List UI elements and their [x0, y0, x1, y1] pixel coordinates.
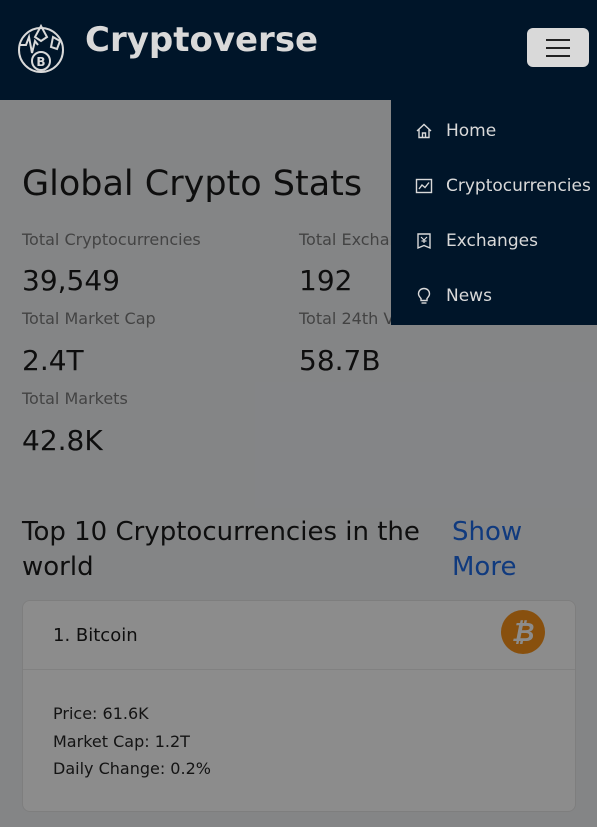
menu-item-label: Home [446, 120, 497, 141]
home-icon [416, 123, 432, 138]
menu-item-label: Exchanges [446, 230, 538, 251]
crypto-logo-icon[interactable]: B [16, 23, 66, 73]
app-header: B Cryptoverse [0, 0, 597, 100]
nav-dropdown-menu: Home Cryptocurrencies Exchanges News [391, 100, 597, 325]
menu-item-cryptocurrencies[interactable]: Cryptocurrencies [391, 158, 597, 213]
menu-toggle-button[interactable] [527, 28, 589, 67]
chart-icon [415, 178, 433, 193]
brand-title[interactable]: Cryptoverse [85, 20, 318, 60]
menu-item-label: Cryptocurrencies [446, 175, 591, 196]
menu-item-home[interactable]: Home [391, 103, 597, 158]
menu-item-news[interactable]: News [391, 268, 597, 323]
exchange-icon [417, 232, 431, 249]
menu-item-exchanges[interactable]: Exchanges [391, 213, 597, 268]
hamburger-icon [546, 38, 570, 41]
svg-text:B: B [36, 55, 45, 69]
menu-item-label: News [446, 285, 492, 306]
bulb-icon [417, 287, 431, 304]
